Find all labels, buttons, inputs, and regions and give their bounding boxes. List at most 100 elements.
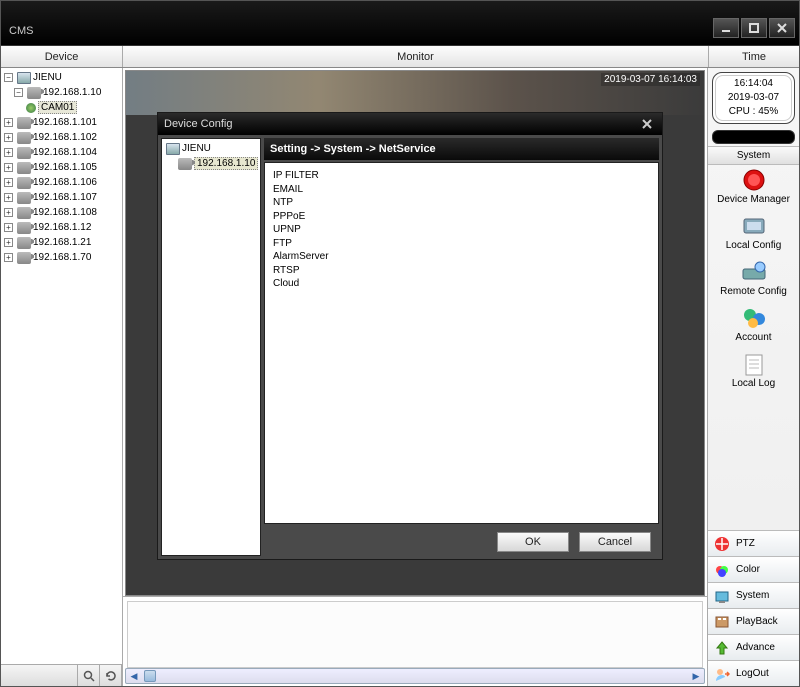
dialog-tree-root-label: JIENU	[182, 143, 211, 154]
device-tree: − JIENU − 192.168.1.10 CAM01 +192.168.1.…	[1, 68, 122, 664]
system-item-remotecfg[interactable]: Remote Config	[708, 257, 799, 303]
system-item-label: Remote Config	[708, 286, 799, 297]
tab-color[interactable]: Color	[708, 556, 799, 582]
expand-icon[interactable]: +	[4, 178, 13, 187]
tab-sys[interactable]: System	[708, 582, 799, 608]
dialog-title: Device Config	[164, 118, 232, 130]
title-bar: CMS	[1, 1, 799, 46]
record-icon	[740, 167, 768, 193]
status-bar	[712, 130, 795, 144]
camera-icon	[27, 87, 41, 99]
system-item-label: Account	[708, 332, 799, 343]
expand-icon[interactable]: +	[4, 148, 13, 157]
tree-device[interactable]: +192.168.1.102	[2, 130, 121, 145]
camera-icon	[17, 192, 31, 204]
netservice-list: IP FILTEREMAILNTPPPPoEUPNPFTPAlarmServer…	[264, 162, 659, 524]
tree-root-ip[interactable]: − 192.168.1.10	[2, 85, 121, 100]
tree-device[interactable]: +192.168.1.101	[2, 115, 121, 130]
minimize-button[interactable]	[713, 18, 739, 38]
tab-label: Advance	[736, 642, 775, 653]
tree-device[interactable]: +192.168.1.70	[2, 250, 121, 265]
expand-icon[interactable]: +	[4, 133, 13, 142]
dialog-tree-root[interactable]: JIENU	[164, 141, 258, 156]
tree-device[interactable]: +192.168.1.104	[2, 145, 121, 160]
maximize-button[interactable]	[741, 18, 767, 38]
tab-time[interactable]: Time	[709, 46, 799, 67]
system-item-account[interactable]: Account	[708, 303, 799, 349]
scroll-thumb[interactable]	[144, 670, 156, 682]
remotecfg-icon	[740, 259, 768, 285]
netservice-item[interactable]: Cloud	[273, 277, 650, 291]
camera-icon	[178, 158, 192, 170]
netservice-item[interactable]: UPNP	[273, 223, 650, 237]
netservice-item[interactable]: EMAIL	[273, 183, 650, 197]
refresh-button[interactable]	[100, 665, 122, 686]
tab-logout[interactable]: LogOut	[708, 660, 799, 686]
dialog-tree: JIENU 192.168.1.10	[161, 138, 261, 556]
tab-monitor[interactable]: Monitor	[123, 46, 709, 67]
tree-root[interactable]: − JIENU	[2, 70, 121, 85]
tab-label: System	[736, 590, 769, 601]
tree-device[interactable]: +192.168.1.21	[2, 235, 121, 250]
collapse-icon[interactable]: −	[14, 88, 23, 97]
collapse-icon[interactable]: −	[4, 73, 13, 82]
dialog-tree-ip[interactable]: 192.168.1.10	[164, 156, 258, 171]
expand-icon[interactable]: +	[4, 193, 13, 202]
scroll-right-icon[interactable]: ▶	[688, 669, 704, 683]
clock-cpu: CPU : 45%	[715, 105, 792, 119]
tree-device[interactable]: +192.168.1.106	[2, 175, 121, 190]
expand-icon[interactable]: +	[4, 253, 13, 262]
dialog-titlebar: Device Config	[158, 113, 662, 135]
timeline-inner	[127, 601, 703, 668]
tab-label: PTZ	[736, 538, 755, 549]
horizontal-scrollbar[interactable]: ◀ ▶	[125, 668, 705, 684]
expand-icon[interactable]: +	[4, 223, 13, 232]
netservice-item[interactable]: IP FILTER	[273, 169, 650, 183]
window-controls	[713, 18, 795, 38]
color-icon	[714, 562, 730, 578]
system-item-record[interactable]: Device Manager	[708, 165, 799, 211]
expand-icon[interactable]: +	[4, 238, 13, 247]
camera-icon	[17, 252, 31, 264]
breadcrumb: Setting -> System -> NetService	[264, 138, 659, 160]
expand-icon[interactable]: +	[4, 208, 13, 217]
device-sidebar: − JIENU − 192.168.1.10 CAM01 +192.168.1.…	[1, 68, 123, 686]
tree-device[interactable]: +192.168.1.105	[2, 160, 121, 175]
ptz-icon	[714, 536, 730, 552]
dialog-body: JIENU 192.168.1.10 Setting -> System -> …	[158, 135, 662, 559]
system-item-label: Local Log	[708, 378, 799, 389]
ok-button[interactable]: OK	[497, 532, 569, 552]
tree-cam[interactable]: CAM01	[2, 100, 121, 115]
expand-icon[interactable]: +	[4, 118, 13, 127]
cancel-button[interactable]: Cancel	[579, 532, 651, 552]
camera-icon	[26, 103, 36, 113]
tab-advance[interactable]: Advance	[708, 634, 799, 660]
dialog-close-button[interactable]	[638, 116, 656, 132]
account-icon	[740, 305, 768, 331]
tab-ptz[interactable]: PTZ	[708, 530, 799, 556]
expand-icon[interactable]: +	[4, 163, 13, 172]
tree-device[interactable]: +192.168.1.107	[2, 190, 121, 205]
log-icon	[740, 351, 768, 377]
netservice-item[interactable]: PPPoE	[273, 210, 650, 224]
system-item-label: Device Manager	[708, 194, 799, 205]
tab-playback[interactable]: PlayBack	[708, 608, 799, 634]
clock-box: 16:14:04 2019-03-07 CPU : 45%	[712, 72, 795, 124]
close-button[interactable]	[769, 18, 795, 38]
netservice-item[interactable]: RTSP	[273, 264, 650, 278]
netservice-item[interactable]: AlarmServer	[273, 250, 650, 264]
search-button[interactable]	[78, 665, 100, 686]
system-item-log[interactable]: Local Log	[708, 349, 799, 395]
sidebar-spacer	[1, 665, 78, 686]
system-item-localcfg[interactable]: Local Config	[708, 211, 799, 257]
tree-device[interactable]: +192.168.1.108	[2, 205, 121, 220]
dialog-right: Setting -> System -> NetService IP FILTE…	[264, 138, 659, 556]
netservice-item[interactable]: NTP	[273, 196, 650, 210]
tab-device[interactable]: Device	[1, 46, 123, 67]
netservice-item[interactable]: FTP	[273, 237, 650, 251]
tree-root-label: JIENU	[33, 72, 62, 83]
device-icon	[17, 72, 31, 84]
device-label: 192.168.1.102	[33, 132, 97, 143]
tree-device[interactable]: +192.168.1.12	[2, 220, 121, 235]
scroll-left-icon[interactable]: ◀	[126, 669, 142, 683]
